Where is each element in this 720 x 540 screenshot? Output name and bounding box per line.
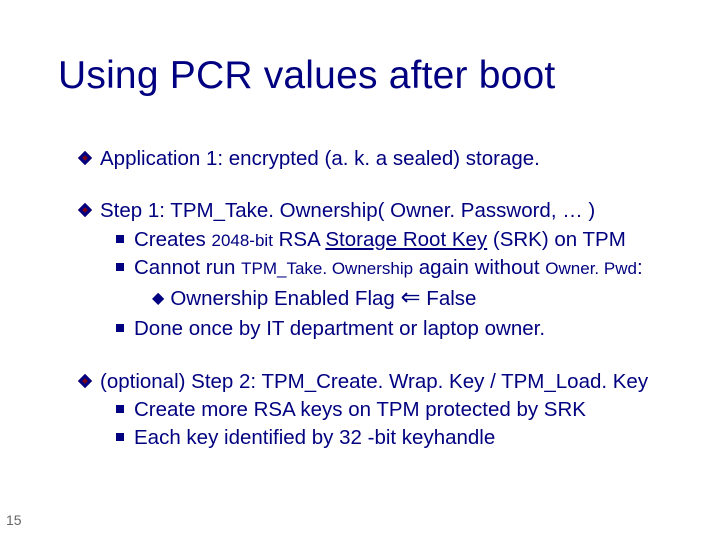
text: Ownership Enabled Flag <box>170 287 400 310</box>
text: RSA <box>273 228 325 251</box>
text-small: 2048-bit <box>211 231 272 250</box>
bullet-step1: Step 1: TPM_Take. Ownership( Owner. Pass… <box>80 197 690 225</box>
subbullet-step1-1: Creates 2048-bit RSA Storage Root Key (S… <box>116 226 690 254</box>
square-icon <box>116 405 124 413</box>
square-icon <box>116 263 124 271</box>
text: : <box>637 256 643 279</box>
text: False <box>421 287 477 310</box>
text-underline: Storage Root Key <box>325 228 487 251</box>
text: Each key identified by 32 -bit keyhandle <box>134 426 495 449</box>
diamond-icon <box>78 373 92 387</box>
subbullet-step2-2: Each key identified by 32 -bit keyhandle <box>116 424 690 452</box>
square-icon <box>116 235 124 243</box>
bullet-app1: Application 1: encrypted (a. k. a sealed… <box>80 145 690 173</box>
subsubbullet-step1-2a: ◆ Ownership Enabled Flag ⇐ False <box>152 282 690 315</box>
text: TPM_Take. Ownership( Owner. Password, … … <box>170 199 595 222</box>
subbullet-step2-1: Create more RSA keys on TPM protected by… <box>116 396 690 424</box>
diamond-icon <box>78 203 92 217</box>
text: (SRK) on TPM <box>487 228 626 251</box>
text: Create more RSA keys on TPM protected by… <box>134 398 586 421</box>
slide: Using PCR values after boot Application … <box>0 0 720 540</box>
text: Step 1: <box>100 199 170 222</box>
slide-number: 15 <box>6 512 22 528</box>
square-icon <box>116 324 124 332</box>
text: again without <box>413 256 545 279</box>
text: TPM_Create. Wrap. Key / TPM_Load. Key <box>261 370 648 393</box>
arrow-left-icon: ⇐ <box>401 285 421 311</box>
text: (optional) Step 2: <box>100 370 261 393</box>
text: Done once by IT department or laptop own… <box>134 317 545 340</box>
text: Creates <box>134 228 211 251</box>
subbullet-step1-2: Cannot run TPM_Take. Ownership again wit… <box>116 254 690 282</box>
bullet-step2: (optional) Step 2: TPM_Create. Wrap. Key… <box>80 368 690 396</box>
diamond-icon <box>78 151 92 165</box>
text: Application 1: encrypted (a. k. a sealed… <box>100 147 540 170</box>
text: Cannot run <box>134 256 241 279</box>
subbullet-step1-3: Done once by IT department or laptop own… <box>116 315 690 343</box>
slide-body: Application 1: encrypted (a. k. a sealed… <box>80 145 690 452</box>
text-small: TPM_Take. Ownership <box>241 259 413 278</box>
square-icon <box>116 433 124 441</box>
slide-title: Using PCR values after boot <box>58 54 555 98</box>
dot-icon: ◆ <box>152 288 164 310</box>
text-small: Owner. Pwd <box>545 259 637 278</box>
